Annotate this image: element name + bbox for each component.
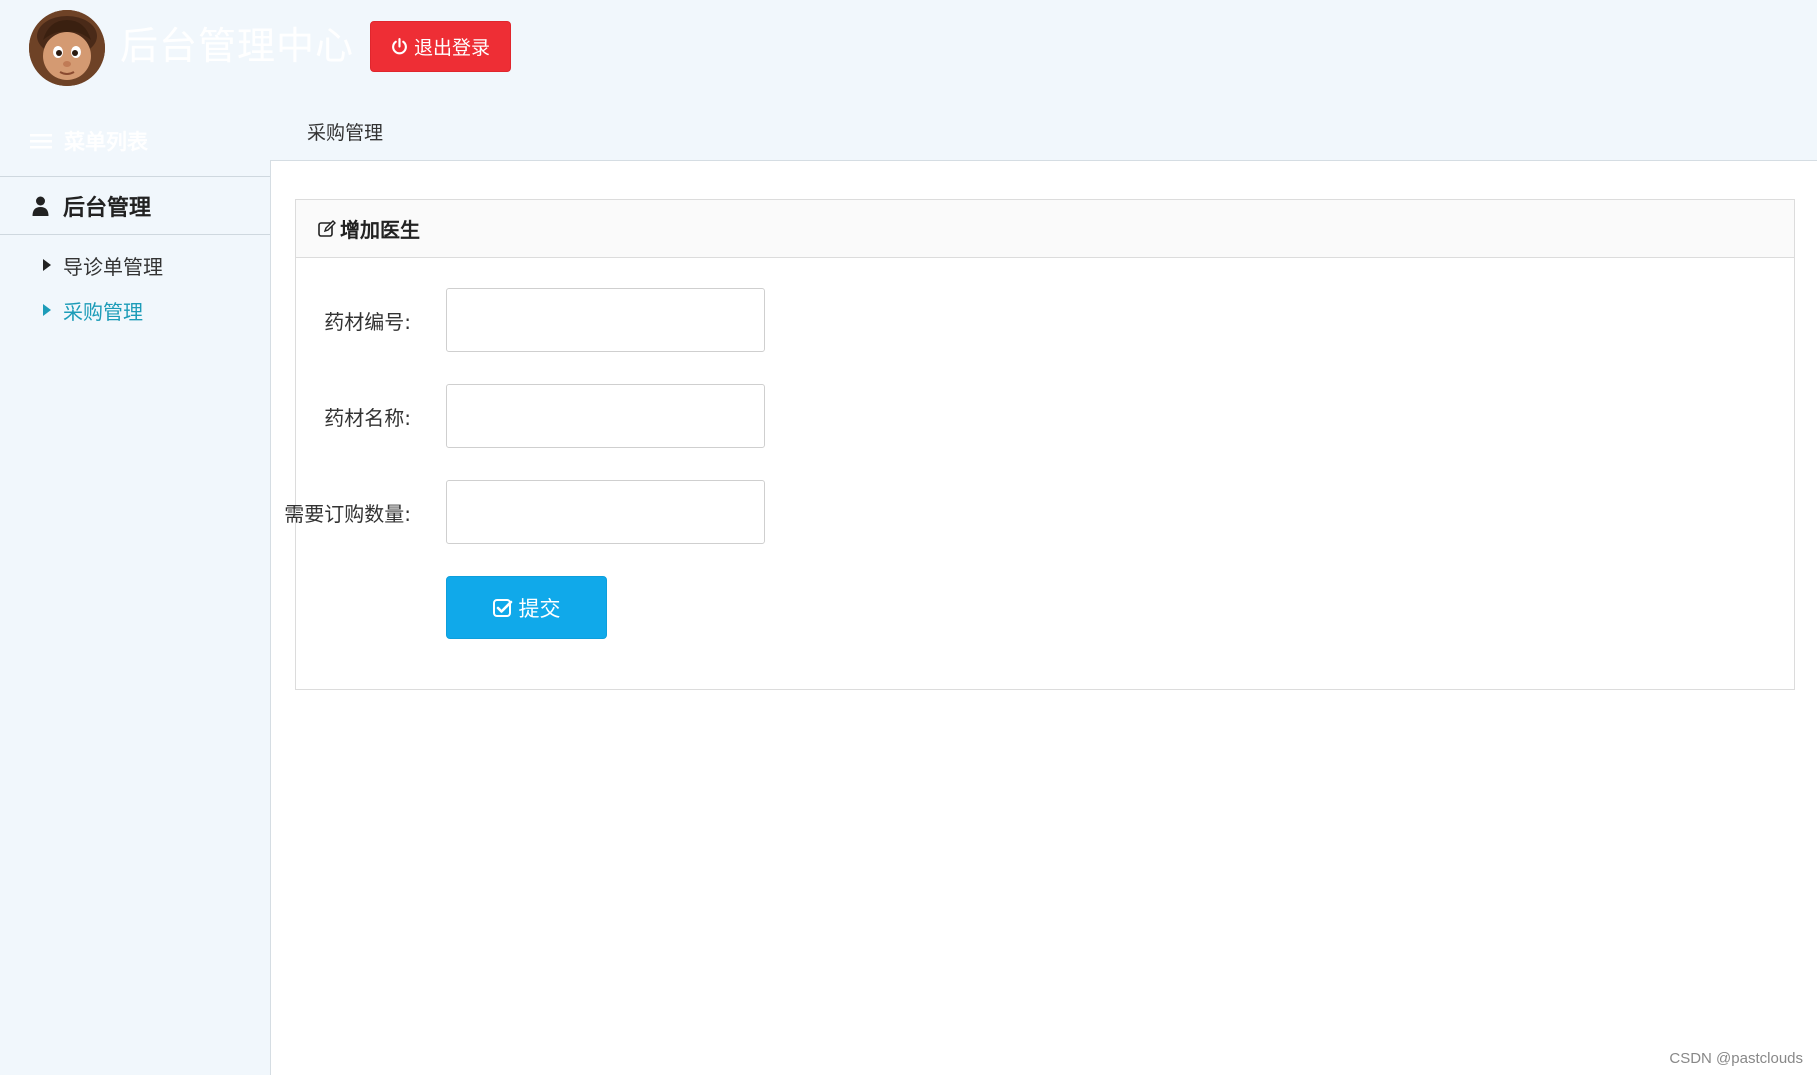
- sidebar-item-label: 采购管理: [63, 299, 143, 324]
- check-square-icon: [492, 598, 512, 617]
- order-quantity-label: 需要订购数量:: [284, 501, 411, 526]
- sidebar-group-label: 后台管理: [63, 195, 152, 221]
- avatar: [29, 10, 105, 86]
- herb-code-label: 药材编号:: [324, 309, 411, 334]
- panel-title: 增加医生: [340, 218, 420, 242]
- submit-button[interactable]: 提交: [446, 576, 607, 639]
- caret-right-icon: [43, 259, 51, 271]
- main-content: 增加医生 药材编号: 药材名称: 需要订购数量: 提交: [270, 160, 1817, 1075]
- menu-list-label: 菜单列表: [64, 130, 148, 154]
- watermark: CSDN @pastclouds: [1669, 1050, 1803, 1067]
- power-icon: [392, 38, 407, 55]
- page: 后台管理中心 退出登录 菜单列表 后台管理 导诊单管理 采购管理 采购管理 增加…: [0, 0, 1817, 1075]
- add-doctor-panel: 增加医生 药材编号: 药材名称: 需要订购数量: 提交: [284, 199, 1795, 690]
- herb-name-label: 药材名称:: [324, 405, 411, 430]
- app-title: 后台管理中心: [120, 24, 355, 68]
- form-row-herb-name: 药材名称:: [296, 384, 996, 448]
- caret-right-icon: [43, 304, 51, 316]
- header: 后台管理中心 退出登录: [0, 0, 1817, 96]
- logout-label: 退出登录: [413, 38, 490, 59]
- edit-icon: [318, 219, 336, 237]
- avatar-image: [29, 10, 105, 86]
- user-icon: [32, 196, 49, 216]
- sidebar-group-admin[interactable]: 后台管理: [0, 176, 270, 235]
- panel-heading: 增加医生: [296, 200, 1794, 258]
- sidebar-item-procurement[interactable]: 采购管理: [43, 296, 143, 324]
- tab-procurement[interactable]: 采购管理: [307, 118, 383, 145]
- sidebar-item-label: 导诊单管理: [63, 254, 163, 279]
- sidebar-item-guide-orders[interactable]: 导诊单管理: [43, 251, 163, 279]
- herb-code-input[interactable]: [446, 288, 765, 352]
- form-row-herb-code: 药材编号:: [296, 288, 996, 352]
- logout-button[interactable]: 退出登录: [370, 21, 511, 72]
- herb-name-input[interactable]: [446, 384, 765, 448]
- form-row-order-quantity: 需要订购数量:: [284, 480, 996, 544]
- sidebar: 菜单列表 后台管理 导诊单管理 采购管理: [0, 96, 270, 1075]
- order-quantity-input[interactable]: [446, 480, 765, 544]
- menu-icon: [30, 134, 52, 149]
- menu-list-title: 菜单列表: [30, 126, 148, 156]
- submit-label: 提交: [518, 597, 561, 621]
- tab-bar: 采购管理: [270, 96, 1817, 160]
